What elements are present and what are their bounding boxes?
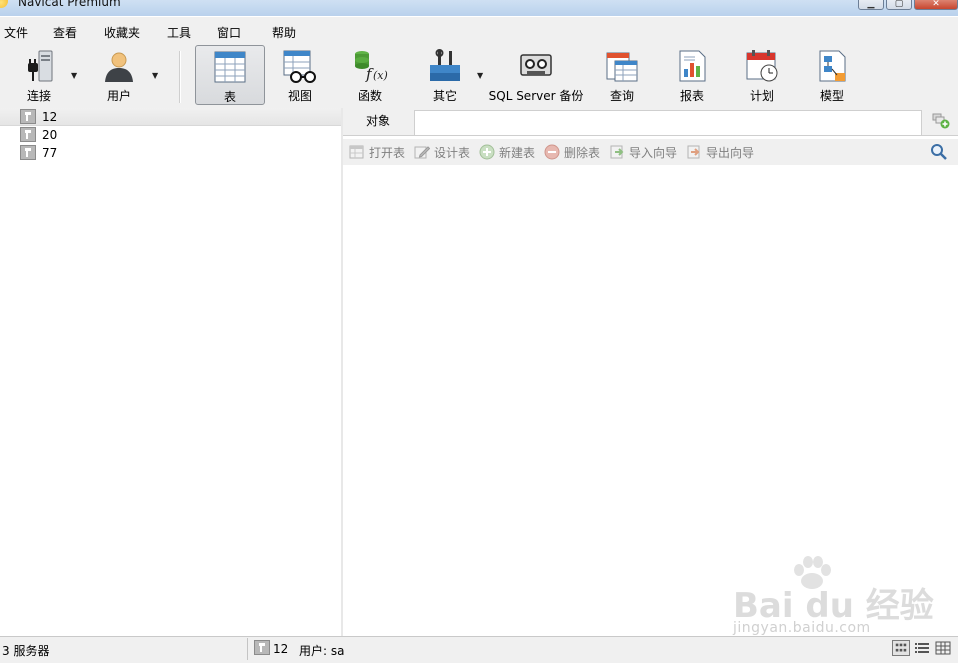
tab-bar: 对象	[343, 108, 958, 136]
close-button[interactable]: ✕	[914, 0, 958, 10]
watermark: Bai du 经验 jingyan.baidu.com	[733, 556, 953, 642]
connection-name: 12	[42, 110, 58, 124]
watermark-url: jingyan.baidu.com	[733, 620, 871, 636]
server-icon	[20, 145, 36, 160]
svg-text:(x): (x)	[373, 69, 388, 82]
user-dropdown-icon[interactable]: ▼	[152, 71, 158, 80]
search-icon[interactable]	[930, 143, 948, 161]
tab-strip	[414, 110, 922, 135]
other-button[interactable]: 其它	[413, 45, 477, 105]
large-icons-view-icon[interactable]	[892, 640, 910, 656]
connect-button[interactable]: 连接	[8, 45, 70, 105]
menu-favorites[interactable]: 收藏夹	[104, 24, 140, 41]
design-table-icon	[414, 146, 430, 159]
server-count: 3 服务器	[2, 644, 50, 658]
connection-plug-icon	[28, 50, 53, 82]
menu-help[interactable]: 帮助	[272, 24, 296, 41]
export-wizard-label: 导出向导	[706, 146, 755, 160]
window-controls: ▁ ▢ ✕	[858, 0, 958, 10]
connection-item[interactable]: 77	[0, 144, 341, 161]
new-table-label: 新建表	[499, 146, 536, 160]
other-dropdown-icon[interactable]: ▼	[477, 71, 483, 80]
model-button[interactable]: 模型	[802, 45, 862, 105]
report-button[interactable]: 报表	[662, 45, 722, 105]
model-icon	[819, 50, 846, 82]
function-button[interactable]: f (x) 函数	[338, 45, 402, 105]
table-icon	[214, 51, 246, 83]
user-label: 用户	[106, 89, 131, 103]
menu-file[interactable]: 文件	[4, 24, 28, 41]
table-label: 表	[223, 90, 236, 104]
menu-tools[interactable]: 工具	[167, 24, 191, 41]
status-divider	[247, 638, 248, 660]
new-tab-icon[interactable]	[932, 113, 950, 129]
query-button[interactable]: 查询	[592, 45, 652, 105]
export-wizard-icon	[687, 145, 700, 159]
tools-icon	[430, 49, 460, 81]
status-bar: 3 服务器 12 用户: sa	[0, 636, 958, 663]
current-user: 用户: sa	[299, 644, 345, 658]
query-icon	[606, 52, 638, 82]
object-toolbar: 打开表 设计表 新建表 删除表 导入向导 导出向导	[343, 139, 958, 165]
minimize-button[interactable]: ▁	[858, 0, 884, 10]
view-mode-switcher	[892, 640, 952, 656]
table-button[interactable]: 表	[195, 45, 265, 105]
connection-item[interactable]: 20	[0, 126, 341, 143]
current-connection: 12	[273, 642, 289, 656]
server-icon	[20, 109, 36, 124]
app-logo-icon	[0, 0, 8, 8]
user-icon	[105, 52, 133, 82]
view-button[interactable]: 视图	[268, 45, 332, 105]
connect-label: 连接	[26, 89, 51, 103]
list-view-icon[interactable]	[913, 640, 931, 656]
calendar-icon	[746, 50, 778, 82]
other-label: 其它	[432, 89, 457, 103]
server-icon	[254, 640, 270, 655]
query-label: 查询	[609, 89, 634, 103]
open-table-label: 打开表	[369, 146, 406, 160]
report-label: 报表	[679, 89, 704, 103]
backup-label: SQL Server 备份	[488, 89, 584, 103]
connection-name: 20	[42, 128, 58, 142]
report-icon	[679, 50, 706, 82]
open-table-icon	[349, 145, 364, 159]
schedule-button[interactable]: 计划	[732, 45, 792, 105]
design-table-label: 设计表	[434, 146, 471, 160]
title-bar: Navicat Premium ▁ ▢ ✕	[0, 0, 958, 16]
import-wizard-icon	[610, 145, 624, 159]
window-title: Navicat Premium	[18, 0, 121, 9]
backup-button[interactable]: SQL Server 备份	[487, 45, 585, 105]
menu-window[interactable]: 窗口	[217, 24, 241, 41]
connection-tree: 12 20 77	[0, 108, 342, 636]
new-table-icon	[479, 144, 495, 160]
toolbar-separator	[179, 51, 181, 103]
server-icon	[20, 127, 36, 142]
function-icon: f (x)	[355, 51, 388, 83]
menu-bar: 文件 查看 收藏夹 工具 窗口 帮助	[0, 17, 958, 45]
view-label: 视图	[287, 89, 312, 103]
user-button[interactable]: 用户	[88, 45, 150, 105]
function-label: 函数	[357, 89, 382, 103]
backup-tape-icon	[520, 54, 552, 76]
connection-name: 77	[42, 146, 58, 160]
delete-table-icon	[544, 144, 560, 160]
connect-dropdown-icon[interactable]: ▼	[71, 71, 77, 80]
detail-view-icon[interactable]	[934, 640, 952, 656]
model-label: 模型	[819, 89, 844, 103]
view-glasses-icon	[283, 50, 316, 83]
tab-objects[interactable]: 对象	[343, 108, 413, 135]
connection-item[interactable]: 12	[0, 108, 341, 126]
import-wizard-label: 导入向导	[629, 146, 678, 160]
delete-table-label: 删除表	[564, 146, 601, 160]
maximize-button[interactable]: ▢	[886, 0, 912, 10]
schedule-label: 计划	[749, 89, 774, 103]
menu-view[interactable]: 查看	[53, 24, 77, 41]
main-toolbar: 连接 ▼ 用户 ▼ 表 视图 f (x) 函数 其它 ▼ SQL Server …	[0, 45, 958, 108]
